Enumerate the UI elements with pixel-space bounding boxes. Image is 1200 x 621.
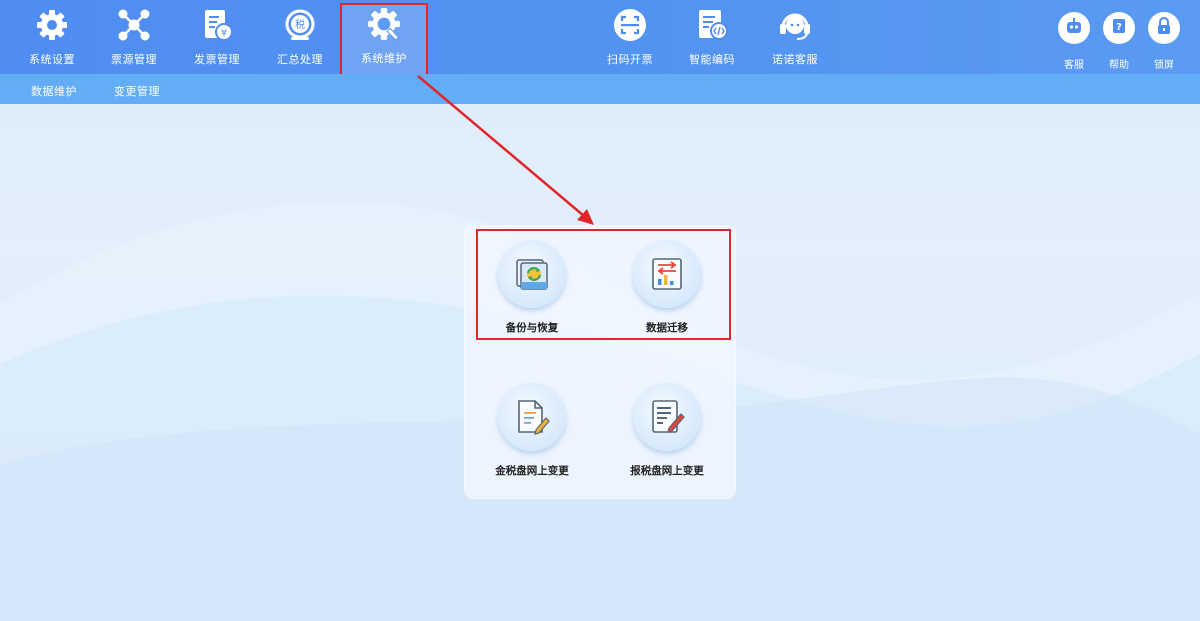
- nav-label: 汇总处理: [277, 53, 323, 66]
- svg-text:¥: ¥: [221, 28, 227, 39]
- subnav-change-management[interactable]: 变更管理: [114, 83, 160, 99]
- maintenance-panel: 备份与恢复 数据迁移 金税盘网上变更 报税盘网上变更: [465, 226, 735, 498]
- tile-label: 备份与恢复: [505, 322, 559, 334]
- lock-screen-label: 锁屏: [1154, 60, 1174, 71]
- help-button[interactable]: ?: [1103, 12, 1135, 44]
- tile-label: 报税盘网上变更: [630, 465, 704, 477]
- data-migration-icon: [633, 240, 701, 308]
- gear-icon: [33, 6, 71, 44]
- tile-golden-tax-disk-change[interactable]: 金税盘网上变更: [472, 383, 592, 493]
- tile-label: 数据迁移: [646, 322, 688, 334]
- lock-icon: [1154, 16, 1174, 40]
- scan-icon: [611, 6, 649, 44]
- invoice-icon: ¥: [198, 6, 236, 44]
- nav-label: 诺诺客服: [772, 53, 818, 66]
- code-doc-icon: [693, 6, 731, 44]
- nav-system-settings[interactable]: 系统设置: [14, 6, 90, 72]
- svg-text:?: ?: [1116, 22, 1122, 33]
- customer-service-label: 客服: [1064, 60, 1084, 71]
- nav-label: 票源管理: [111, 53, 157, 66]
- nav-label: 系统维护: [361, 52, 407, 65]
- lock-screen-button[interactable]: [1148, 12, 1180, 44]
- nav-summary-processing[interactable]: 税 汇总处理: [262, 6, 338, 72]
- tile-tax-filing-disk-change[interactable]: 报税盘网上变更: [607, 383, 727, 493]
- form-edit-icon: [633, 383, 701, 451]
- tile-data-migration[interactable]: 数据迁移: [607, 240, 727, 350]
- nav-label: 扫码开票: [607, 53, 653, 66]
- tile-label: 金税盘网上变更: [495, 465, 569, 477]
- nav-label: 发票管理: [194, 53, 240, 66]
- tile-backup-restore[interactable]: 备份与恢复: [472, 240, 592, 350]
- sub-navigation-bar: 数据维护 变更管理: [0, 74, 1200, 104]
- nav-label: 系统设置: [29, 53, 75, 66]
- backup-restore-icon: [498, 240, 566, 308]
- nav-invoice-management[interactable]: ¥ 发票管理: [179, 6, 255, 72]
- nav-ticket-source[interactable]: 票源管理: [96, 6, 172, 72]
- network-icon: [115, 6, 153, 44]
- nav-nuonuo-service[interactable]: 诺诺客服: [757, 6, 833, 72]
- wrench-gear-icon: [365, 5, 403, 43]
- nav-smart-coding[interactable]: 智能编码: [674, 6, 750, 72]
- help-label: 帮助: [1109, 60, 1129, 71]
- document-edit-icon: [498, 383, 566, 451]
- nav-system-maintenance[interactable]: 系统维护: [340, 3, 428, 76]
- customer-service-button[interactable]: [1058, 12, 1090, 44]
- robot-icon: [1064, 16, 1084, 40]
- top-navigation-bar: 系统设置 票源管理 ¥ 发票管理 税 汇总处理 系统维护 扫码开票 智能编码 诺…: [0, 0, 1200, 76]
- tax-summary-icon: 税: [281, 6, 319, 44]
- help-icon: ?: [1109, 16, 1129, 40]
- subnav-data-maintenance[interactable]: 数据维护: [31, 83, 77, 99]
- svg-text:税: 税: [295, 18, 305, 31]
- headset-icon: [776, 6, 814, 44]
- nav-scan-invoice[interactable]: 扫码开票: [592, 6, 668, 72]
- nav-label: 智能编码: [689, 53, 735, 66]
